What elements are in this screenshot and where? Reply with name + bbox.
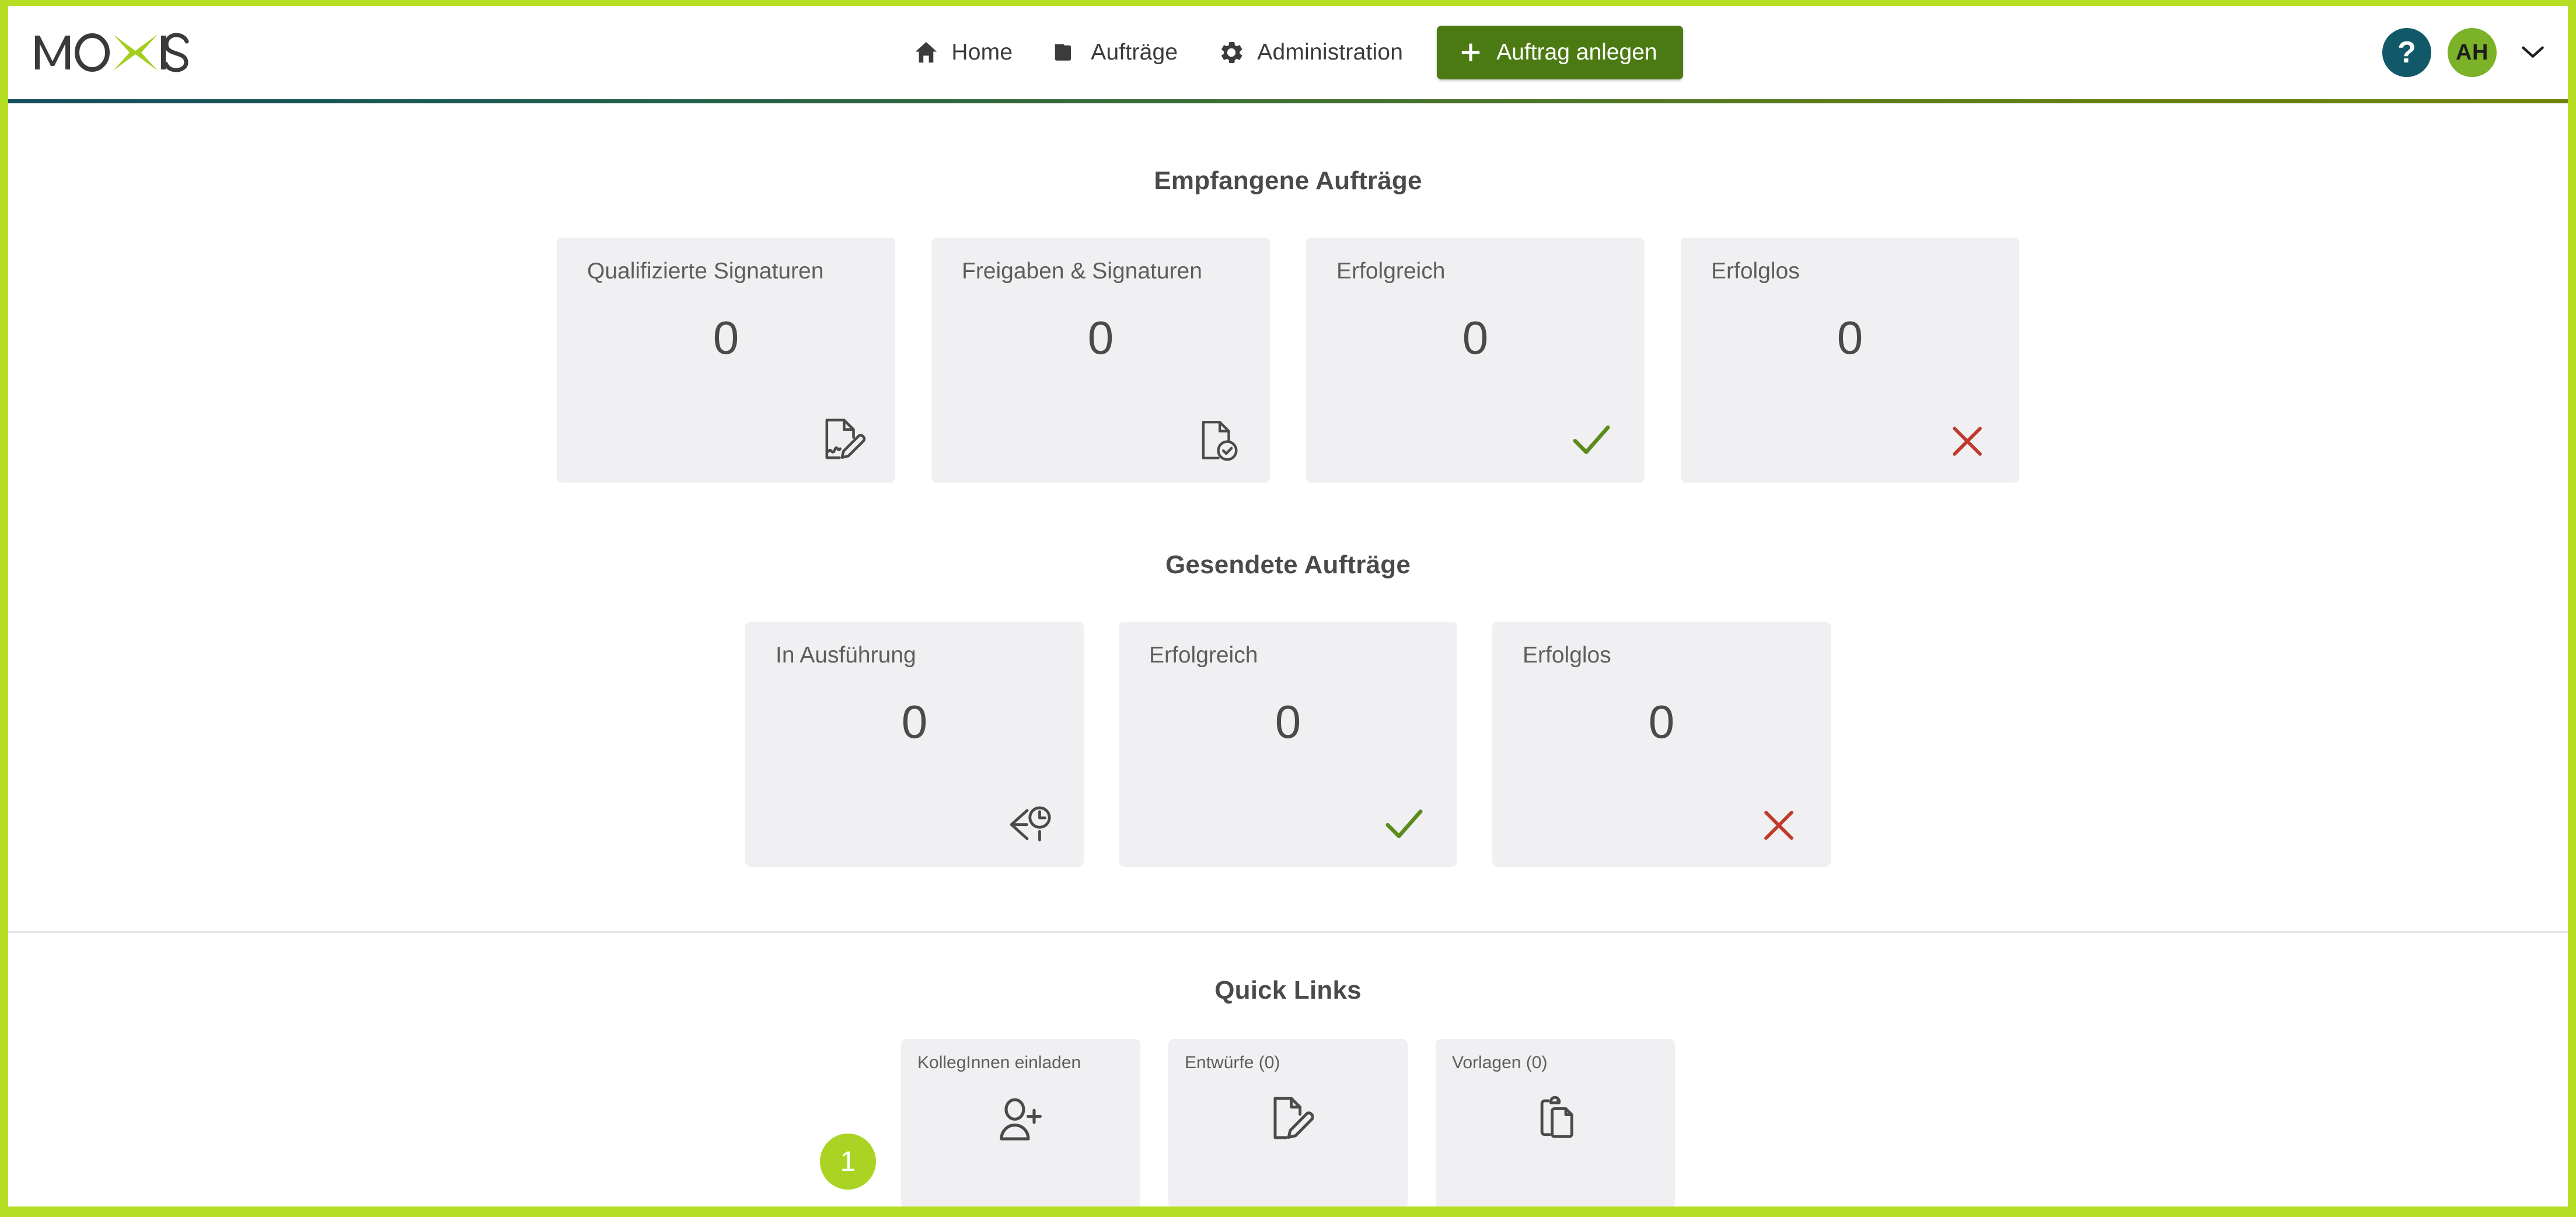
sent-orders-section: Gesendete Aufträge In Ausführung 0 Erfol… — [8, 483, 2568, 867]
quick-links-card-row: 1 KollegInnen einladen Entwürfe (0) Vorl… — [8, 1039, 2568, 1206]
folder-icon — [1052, 39, 1079, 66]
avatar[interactable]: AH — [2448, 28, 2497, 77]
dashboard-content: Empfangene Aufträge Qualifizierte Signat… — [8, 99, 2568, 1206]
cross-icon — [1932, 406, 1990, 464]
nav-item-administration[interactable]: Administration — [1198, 28, 1423, 77]
received-orders-section: Empfangene Aufträge Qualifizierte Signat… — [8, 103, 2568, 483]
nav-label-auftraege: Aufträge — [1091, 40, 1178, 65]
avatar-initials: AH — [2456, 40, 2488, 65]
nav-label-administration: Administration — [1257, 40, 1404, 65]
quicklink-entwuerfe[interactable]: Entwürfe (0) — [1168, 1039, 1408, 1206]
card-count: 0 — [1462, 312, 1489, 364]
quick-links-section: Quick Links 1 KollegInnen einladen Entwü… — [8, 933, 2568, 1206]
gear-icon — [1217, 39, 1245, 67]
card-count: 0 — [1837, 312, 1863, 364]
card-sent-erfolglos[interactable]: Erfolglos 0 — [1492, 622, 1831, 867]
cross-icon — [1743, 790, 1802, 848]
user-add-icon — [901, 1093, 1140, 1146]
received-orders-title: Empfangene Aufträge — [1154, 166, 1422, 195]
card-count: 0 — [1087, 312, 1114, 364]
quicklink-label: Entwürfe (0) — [1185, 1053, 1280, 1072]
check-icon — [1370, 790, 1428, 848]
quicklink-label: KollegInnen einladen — [917, 1053, 1081, 1072]
home-icon — [913, 39, 940, 66]
sent-orders-card-row: In Ausführung 0 Erfolgreich 0 Erfolglos … — [8, 622, 2568, 867]
card-label: Erfolgreich — [1336, 259, 1446, 284]
quicklink-kolleginnen-einladen[interactable]: KollegInnen einladen — [901, 1039, 1140, 1206]
received-orders-card-row: Qualifizierte Signaturen 0 Freigaben & S… — [8, 238, 2568, 483]
step-badge-number: 1 — [840, 1146, 856, 1177]
card-count: 0 — [1275, 696, 1301, 748]
card-label: Freigaben & Signaturen — [962, 259, 1202, 284]
document-check-icon — [1182, 406, 1241, 464]
chevron-down-icon[interactable] — [2513, 45, 2553, 60]
card-received-erfolglos[interactable]: Erfolglos 0 — [1681, 238, 2019, 483]
help-button[interactable]: ? — [2382, 28, 2431, 77]
card-label: Erfolglos — [1711, 259, 1800, 284]
card-label: Erfolglos — [1523, 643, 1611, 668]
card-count: 0 — [1648, 696, 1675, 748]
step-badge-1: 1 — [820, 1134, 876, 1190]
create-order-button[interactable]: Auftrag anlegen — [1437, 26, 1683, 79]
sent-orders-title: Gesendete Aufträge — [1165, 550, 1411, 579]
card-qualifizierte-signaturen[interactable]: Qualifizierte Signaturen 0 — [557, 238, 895, 483]
template-copy-icon — [1436, 1093, 1675, 1143]
application-window: Home Aufträge Administration Auftrag anl… — [0, 0, 2576, 1217]
card-in-ausfuehrung[interactable]: In Ausführung 0 — [745, 622, 1084, 867]
nav-item-auftraege[interactable]: Aufträge — [1032, 29, 1198, 76]
check-icon — [1557, 406, 1615, 464]
nav-item-home[interactable]: Home — [893, 29, 1032, 76]
card-label: In Ausführung — [776, 643, 916, 668]
main-navigation: Home Aufträge Administration Auftrag anl… — [8, 6, 2568, 99]
help-question-icon: ? — [2397, 36, 2416, 69]
header-right-controls: ? AH — [2382, 6, 2553, 99]
header-underline-divider — [8, 99, 2568, 103]
quicklink-vorlagen[interactable]: Vorlagen (0) — [1436, 1039, 1675, 1206]
document-edit-icon — [1168, 1093, 1408, 1144]
card-count: 0 — [901, 696, 928, 748]
card-received-erfolgreich[interactable]: Erfolgreich 0 — [1306, 238, 1645, 483]
create-order-label: Auftrag anlegen — [1496, 40, 1657, 65]
plus-icon — [1458, 40, 1484, 65]
card-label: Erfolgreich — [1149, 643, 1258, 668]
top-header-bar: Home Aufträge Administration Auftrag anl… — [8, 6, 2568, 99]
arrow-clock-icon — [996, 790, 1055, 848]
card-label: Qualifizierte Signaturen — [587, 259, 824, 284]
card-freigaben-signaturen[interactable]: Freigaben & Signaturen 0 — [931, 238, 1270, 483]
quicklink-label: Vorlagen (0) — [1452, 1053, 1548, 1072]
card-sent-erfolgreich[interactable]: Erfolgreich 0 — [1119, 622, 1457, 867]
document-sign-icon — [808, 406, 866, 464]
quick-links-title: Quick Links — [1214, 976, 1362, 1005]
card-count: 0 — [713, 312, 739, 364]
nav-label-home: Home — [951, 40, 1013, 65]
